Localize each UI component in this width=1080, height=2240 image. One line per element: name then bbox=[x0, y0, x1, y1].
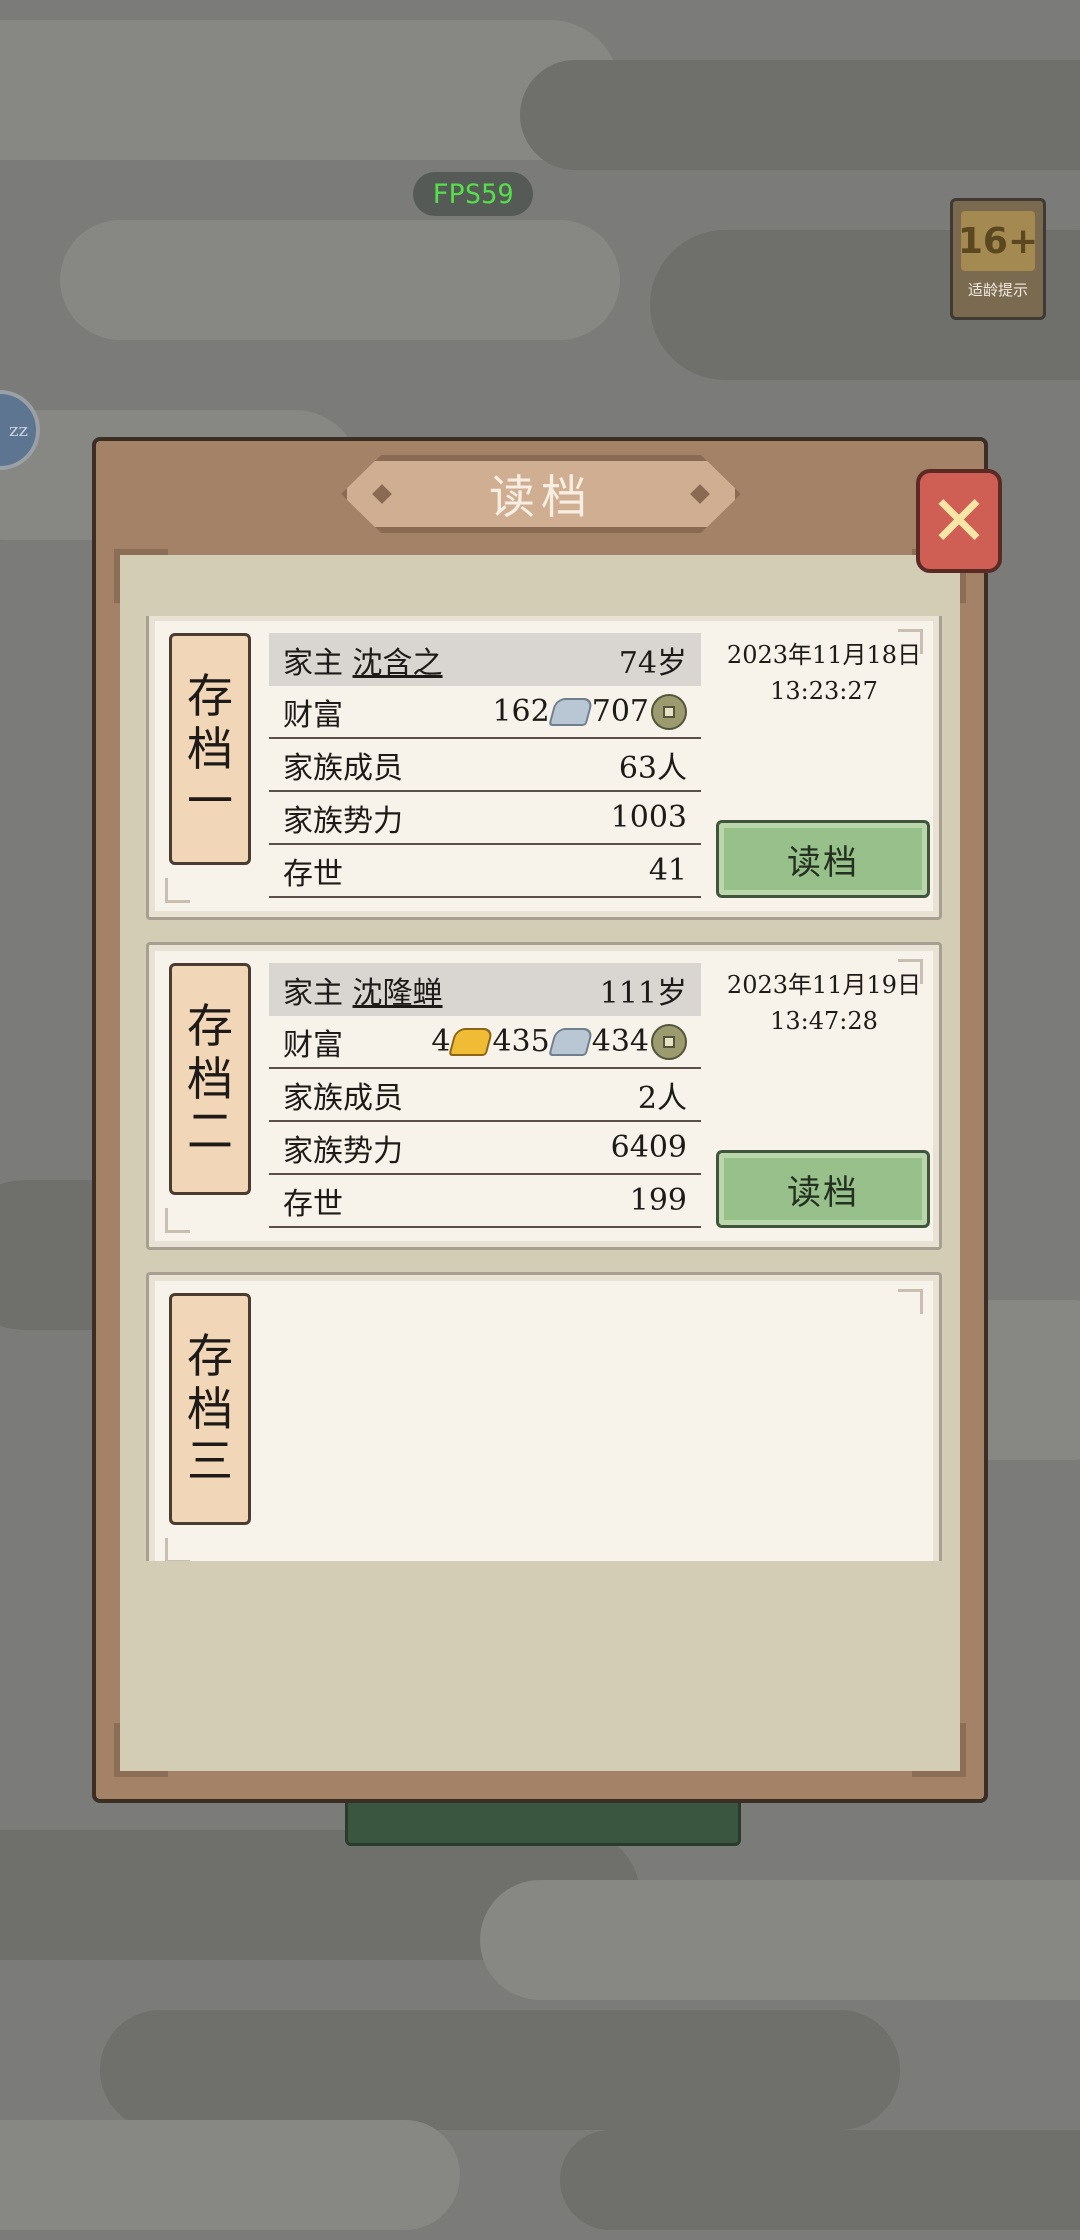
family-head-row: 家主 沈隆蝉 111岁 bbox=[269, 963, 701, 1016]
save-slot-1[interactable]: 存档一 家主 沈含之 74岁 财富 162 707 家族成员 63人 家族势力 … bbox=[146, 616, 942, 920]
age-rating-number: 16+ bbox=[958, 211, 1038, 271]
silver-amount: 162 bbox=[492, 694, 550, 729]
corner-ornament-icon bbox=[898, 1289, 923, 1314]
slot-1-info: 家主 沈含之 74岁 财富 162 707 家族成员 63人 家族势力 1003… bbox=[269, 633, 701, 898]
corner-ornament-icon bbox=[165, 1208, 190, 1233]
load-slot-2-button[interactable]: 读档 bbox=[716, 1150, 930, 1228]
fps-counter: FPS59 bbox=[413, 172, 533, 216]
silver-ingot-icon bbox=[547, 697, 594, 726]
close-x-icon: ✕ bbox=[929, 480, 989, 562]
silver-ingot-icon bbox=[547, 1027, 594, 1056]
wealth-row: 财富 4 435 434 bbox=[269, 1016, 701, 1069]
copper-amount: 434 bbox=[591, 1024, 649, 1059]
save-slot-list[interactable]: 存档一 家主 沈含之 74岁 财富 162 707 家族成员 63人 家族势力 … bbox=[146, 616, 942, 1616]
members-row: 家族成员 2人 bbox=[269, 1069, 701, 1122]
corner-ornament-icon bbox=[898, 629, 923, 654]
copper-coin-icon bbox=[651, 1023, 687, 1060]
age-rating-badge: 16+ 适龄提示 bbox=[950, 198, 1046, 320]
family-head-row: 家主 沈含之 74岁 bbox=[269, 633, 701, 686]
diamond-ornament-icon bbox=[372, 484, 392, 504]
copper-amount: 707 bbox=[591, 694, 649, 729]
slot-tab-1: 存档一 bbox=[169, 633, 251, 865]
load-slot-1-button[interactable]: 读档 bbox=[716, 820, 930, 898]
power-row: 家族势力 6409 bbox=[269, 1122, 701, 1175]
copper-coin-icon bbox=[651, 693, 687, 730]
dialog-title-plaque: 读档 bbox=[341, 455, 741, 533]
corner-ornament-icon bbox=[114, 549, 168, 603]
corner-ornament-icon bbox=[898, 959, 923, 984]
wealth-row: 财富 162 707 bbox=[269, 686, 701, 739]
corner-ornament-icon bbox=[165, 878, 190, 903]
power-row: 家族势力 1003 bbox=[269, 792, 701, 845]
members-row: 家族成员 63人 bbox=[269, 739, 701, 792]
family-head-name: 沈隆蝉 bbox=[352, 975, 443, 1011]
slot-2-info: 家主 沈隆蝉 111岁 财富 4 435 434 家族成员 2人 家族势力 64… bbox=[269, 963, 701, 1228]
gold-amount: 4 bbox=[431, 1024, 451, 1059]
generation-row: 存世 199 bbox=[269, 1175, 701, 1228]
age-rating-tip: 适龄提示 bbox=[967, 281, 1028, 299]
gold-ingot-icon bbox=[448, 1027, 495, 1056]
save-slot-2[interactable]: 存档二 家主 沈隆蝉 111岁 财富 4 435 434 家族成员 2人 家族势… bbox=[146, 942, 942, 1250]
save-slot-3[interactable]: 存档三 bbox=[146, 1272, 942, 1580]
slot-tab-3: 存档三 bbox=[169, 1293, 251, 1525]
family-head-name: 沈含之 bbox=[352, 645, 443, 681]
close-button[interactable]: ✕ bbox=[916, 469, 1002, 573]
generation-row: 存世 41 bbox=[269, 845, 701, 898]
silver-amount: 435 bbox=[492, 1024, 550, 1059]
load-save-dialog: 读档 ✕ 存档一 家主 沈含之 74岁 财富 162 707 家族成员 63人 … bbox=[92, 437, 1002, 1803]
scroll-mask bbox=[136, 1561, 942, 1771]
corner-ornament-icon bbox=[165, 1538, 190, 1563]
avatar-text: zz bbox=[9, 419, 28, 441]
family-head-age: 111岁 bbox=[599, 975, 687, 1011]
family-head-age: 74岁 bbox=[618, 645, 687, 681]
diamond-ornament-icon bbox=[690, 484, 710, 504]
dialog-title: 读档 bbox=[489, 470, 593, 524]
slot-tab-2: 存档二 bbox=[169, 963, 251, 1195]
